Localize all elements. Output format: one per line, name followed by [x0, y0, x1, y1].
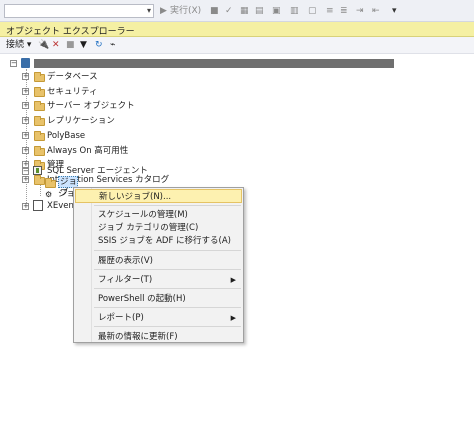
menu-item[interactable]: 新しいジョブ(N)... — [75, 189, 242, 203]
menu-item-label: 新しいジョブ(N)... — [99, 192, 172, 202]
menu-item[interactable]: ジョブ カテゴリの管理(C) — [75, 221, 242, 235]
folder-icon — [34, 131, 45, 141]
options-icon[interactable]: ▾ — [392, 4, 397, 18]
file-icon[interactable]: ▢ — [308, 4, 317, 18]
tree-item-folder[interactable]: PolyBase — [47, 130, 85, 142]
folder-icon — [34, 101, 45, 111]
menu-item[interactable]: SSIS ジョブを ADF に移行する(A) — [75, 234, 242, 248]
menu-separator — [94, 326, 241, 327]
server-name-redacted — [34, 59, 394, 68]
menu-separator — [94, 205, 241, 206]
expand-toggle[interactable]: + — [22, 203, 29, 210]
check-icon[interactable]: ✓ — [225, 4, 233, 18]
expand-toggle[interactable]: + — [22, 88, 29, 95]
context-menu: 新しいジョブ(N)... スケジュールの管理(M) ジョブ カテゴリの管理(C) SS… — [73, 187, 244, 343]
tree-item-folder[interactable]: データベース — [47, 71, 98, 83]
collapse-toggle[interactable]: − — [10, 60, 17, 67]
expand-toggle[interactable]: + — [22, 176, 29, 183]
object-explorer-toolbar: 接続 ▾ 🔌 ✕ ■ ▼ ↻ ⌁ — [0, 37, 474, 54]
results-icon[interactable]: ▣ — [272, 4, 281, 18]
menu-separator — [94, 269, 241, 270]
expand-toggle[interactable]: + — [22, 102, 29, 109]
menu-item-label: SSIS ジョブを ADF に移行する(A) — [98, 236, 231, 246]
filter-icon[interactable]: ▼ — [80, 39, 87, 52]
submenu-arrow-icon: ▶ — [230, 276, 236, 284]
stop-icon[interactable]: ■ — [66, 39, 75, 52]
connect-button[interactable]: 接続 ▾ — [6, 39, 31, 52]
indent-icon[interactable]: ⇥ — [356, 4, 364, 18]
menu-item-label: PowerShell の起動(H) — [98, 294, 186, 304]
tree-item-folder[interactable]: セキュリティ — [47, 86, 98, 98]
menu-item-label: スケジュールの管理(M) — [98, 210, 188, 220]
collapse-toggle[interactable]: − — [22, 168, 29, 175]
folder-icon — [34, 116, 45, 126]
connect-plug-icon[interactable]: 🔌 — [38, 39, 49, 52]
folder-icon — [34, 87, 45, 97]
menu-separator — [94, 250, 241, 251]
tree-item-folder[interactable]: サーバー オブジェクト — [47, 100, 135, 112]
folder-icon — [45, 178, 56, 188]
menu-item-label: 最新の情報に更新(F) — [98, 332, 178, 342]
menu-item[interactable]: 最新の情報に更新(F) — [75, 330, 242, 344]
main-toolbar: ▾ ▶ 実行(X) ■ ✓ ▦ ▤ ▣ ▥ ▢ ≡ ≣ ⇥ ⇤ ▾ — [0, 0, 474, 22]
run-icon[interactable]: ▶ — [160, 4, 167, 18]
activity-icon[interactable]: ⌁ — [110, 39, 115, 52]
menu-item-label: ジョブ カテゴリの管理(C) — [98, 223, 199, 233]
menu-item-label: 履歴の表示(V) — [98, 256, 153, 266]
folder-icon — [34, 175, 45, 185]
disconnect-icon[interactable]: ✕ — [52, 39, 60, 52]
object-explorer-title: オブジェクト エクスプローラー — [6, 27, 135, 37]
folder-icon — [34, 146, 45, 156]
expand-toggle[interactable]: + — [22, 73, 29, 80]
database-dropdown[interactable]: ▾ — [4, 4, 154, 18]
stop-icon[interactable]: ■ — [210, 4, 219, 18]
outdent-icon[interactable]: ⇤ — [372, 4, 380, 18]
comment-icon[interactable]: ≡ — [326, 4, 334, 18]
menu-separator — [94, 307, 241, 308]
expand-toggle[interactable]: + — [22, 132, 29, 139]
uncomment-icon[interactable]: ≣ — [340, 4, 348, 18]
refresh-icon[interactable]: ↻ — [95, 39, 103, 52]
menu-item[interactable]: レポート(P) ▶ — [75, 311, 242, 325]
xevent-icon — [33, 200, 43, 211]
submenu-arrow-icon: ▶ — [230, 314, 236, 322]
execute-button[interactable]: 実行(X) — [170, 4, 201, 18]
menu-separator — [94, 288, 241, 289]
expand-toggle[interactable]: + — [22, 147, 29, 154]
chevron-down-icon: ▾ — [146, 6, 151, 15]
layout-icon[interactable]: ▤ — [255, 4, 264, 18]
menu-item[interactable]: 履歴の表示(V) — [75, 254, 242, 268]
text-icon[interactable]: ▥ — [290, 4, 299, 18]
menu-item-label: フィルター(T) — [98, 275, 153, 285]
job-activity-icon: ⚙ — [45, 190, 53, 199]
folder-icon — [34, 72, 45, 82]
menu-item[interactable]: スケジュールの管理(M) — [75, 208, 242, 222]
menu-item[interactable]: フィルター(T) ▶ — [75, 273, 242, 287]
menu-item-label: レポート(P) — [98, 313, 144, 323]
grid-icon[interactable]: ▦ — [240, 4, 249, 18]
server-icon — [21, 58, 30, 68]
object-explorer-title-bar: オブジェクト エクスプローラー — [0, 22, 474, 37]
tree-item-folder[interactable]: レプリケーション — [47, 115, 115, 127]
expand-toggle[interactable]: + — [22, 117, 29, 124]
menu-item[interactable]: PowerShell の起動(H) — [75, 292, 242, 306]
agent-icon — [33, 166, 42, 175]
tree-item-folder[interactable]: Always On 高可用性 — [47, 145, 128, 157]
